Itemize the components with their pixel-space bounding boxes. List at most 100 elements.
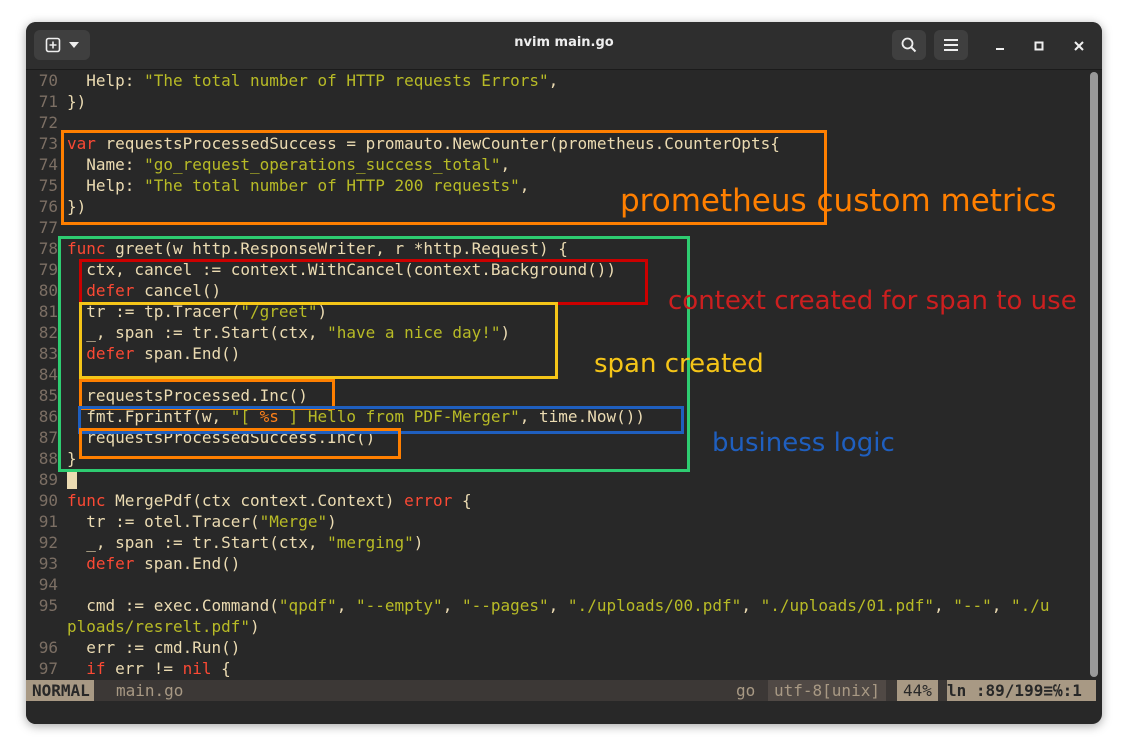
code-token: Help:: [67, 71, 145, 90]
code-token: {: [211, 659, 231, 678]
line-number: 79: [38, 260, 58, 279]
hamburger-menu-icon: [943, 38, 959, 52]
line-number: 97: [38, 659, 58, 678]
text-cursor: [67, 472, 77, 489]
maximize-icon: [1034, 41, 1044, 51]
code-token: err !=: [105, 659, 183, 678]
titlebar: nvim main.go: [26, 22, 1102, 70]
code-line[interactable]: 71}): [26, 91, 1086, 112]
annotation-context: context created for span to use: [668, 286, 1077, 316]
code-token: MergePdf(ctx context.Context): [105, 491, 405, 510]
code-token: ploads/resrelt.pdf": [67, 617, 251, 636]
code-token: nil: [182, 659, 212, 678]
annotation-span: span created: [594, 349, 764, 379]
status-percent: 44%: [897, 680, 938, 701]
command-line[interactable]: [26, 701, 1086, 724]
line-number: 83: [38, 344, 58, 363]
code-token: {: [452, 491, 472, 510]
code-token: err := cmd.Run(): [67, 638, 241, 657]
line-number: 88: [38, 449, 58, 468]
code-token: _, span := tr.Start(ctx,: [67, 533, 328, 552]
code-line[interactable]: 95 cmd := exec.Command("qpdf", "--empty"…: [26, 595, 1086, 616]
line-number: 89: [38, 470, 58, 489]
code-token: tr := otel.Tracer(: [67, 512, 260, 531]
code-line[interactable]: 90 func MergePdf(ctx context.Context) err…: [26, 490, 1086, 511]
code-token: if: [86, 659, 106, 678]
code-token: ): [250, 617, 260, 636]
line-number: 96: [38, 638, 58, 657]
line-number: 95: [38, 596, 58, 615]
line-number: 85: [38, 386, 58, 405]
code-token: "Merge": [259, 512, 328, 531]
line-number: 80: [38, 281, 58, 300]
code-token: func: [67, 491, 106, 510]
line-number: 82: [38, 323, 58, 342]
code-token: ): [327, 512, 337, 531]
code-token: ,: [548, 71, 559, 90]
line-number: 76: [38, 197, 58, 216]
code-line[interactable]: 96 err := cmd.Run(): [26, 637, 1086, 658]
mode-indicator: NORMAL: [26, 680, 94, 701]
line-number: 86: [38, 407, 58, 426]
code-token: }): [67, 92, 87, 111]
search-icon: [901, 37, 917, 53]
code-token: error: [404, 491, 453, 510]
code-line[interactable]: 97 if err != nil {: [26, 658, 1086, 679]
code-token: span.End(): [134, 554, 241, 573]
code-token: "--": [953, 596, 992, 615]
code-token: ,: [548, 596, 568, 615]
code-token: ,: [933, 596, 954, 615]
line-number: 73: [38, 134, 58, 153]
line-number: 75: [38, 176, 58, 195]
code-token: "merging": [327, 533, 414, 552]
maximize-button[interactable]: [1029, 36, 1049, 56]
requests-success-box: [79, 428, 401, 459]
code-line[interactable]: 94: [26, 574, 1086, 595]
code-token: ,: [336, 596, 356, 615]
code-token: defer: [86, 554, 135, 573]
span-box: [79, 302, 558, 379]
code-token: "--pages": [461, 596, 549, 615]
close-button[interactable]: [1069, 36, 1089, 56]
status-filename: main.go: [116, 681, 184, 700]
code-line[interactable]: 92 _, span := tr.Start(ctx, "merging"): [26, 532, 1086, 553]
code-line[interactable]: 70 Help: "The total number of HTTP reque…: [26, 70, 1086, 91]
annotation-business: business logic: [712, 428, 895, 458]
line-number: 90: [38, 491, 58, 510]
code-token: "qpdf": [278, 596, 337, 615]
line-number: 72: [38, 113, 58, 132]
line-number: 78: [38, 239, 58, 258]
scrollbar-thumb[interactable]: [1090, 72, 1098, 677]
code-token: "./uploads/00.pdf": [567, 596, 742, 615]
scrollbar[interactable]: [1090, 72, 1098, 677]
code-token: ): [413, 533, 424, 552]
line-number: 91: [38, 512, 58, 531]
line-number: 74: [38, 155, 58, 174]
menu-button[interactable]: [934, 30, 968, 60]
line-number: 87: [38, 428, 58, 447]
code-token: ,: [442, 596, 462, 615]
code-token: "./u: [1011, 596, 1050, 615]
annotation-prometheus: prometheus custom metrics: [620, 183, 1057, 219]
statusline: NORMAL main.go go utf-8[unix] 44% ln :89…: [26, 680, 1096, 701]
status-position: ln :89/199≡℅:1: [947, 680, 1096, 701]
code-line[interactable]: ploads/resrelt.pdf"): [26, 616, 1086, 637]
code-token: ,: [991, 596, 1012, 615]
line-number: 92: [38, 533, 58, 552]
status-filetype: go: [736, 681, 756, 700]
code-token: ,: [741, 596, 761, 615]
line-number: 94: [38, 575, 58, 594]
close-icon: [1074, 41, 1084, 51]
code-token: "./uploads/01.pdf": [760, 596, 934, 615]
line-number: 84: [38, 365, 58, 384]
minimize-button[interactable]: [990, 36, 1010, 56]
code-line[interactable]: 89: [26, 469, 1086, 490]
code-line[interactable]: 91 tr := otel.Tracer("Merge"): [26, 511, 1086, 532]
code-line[interactable]: 93 defer span.End(): [26, 553, 1086, 574]
code-token: "--empty": [355, 596, 443, 615]
search-button[interactable]: [892, 30, 926, 60]
line-number: 71: [38, 92, 58, 111]
context-box: [79, 259, 648, 305]
